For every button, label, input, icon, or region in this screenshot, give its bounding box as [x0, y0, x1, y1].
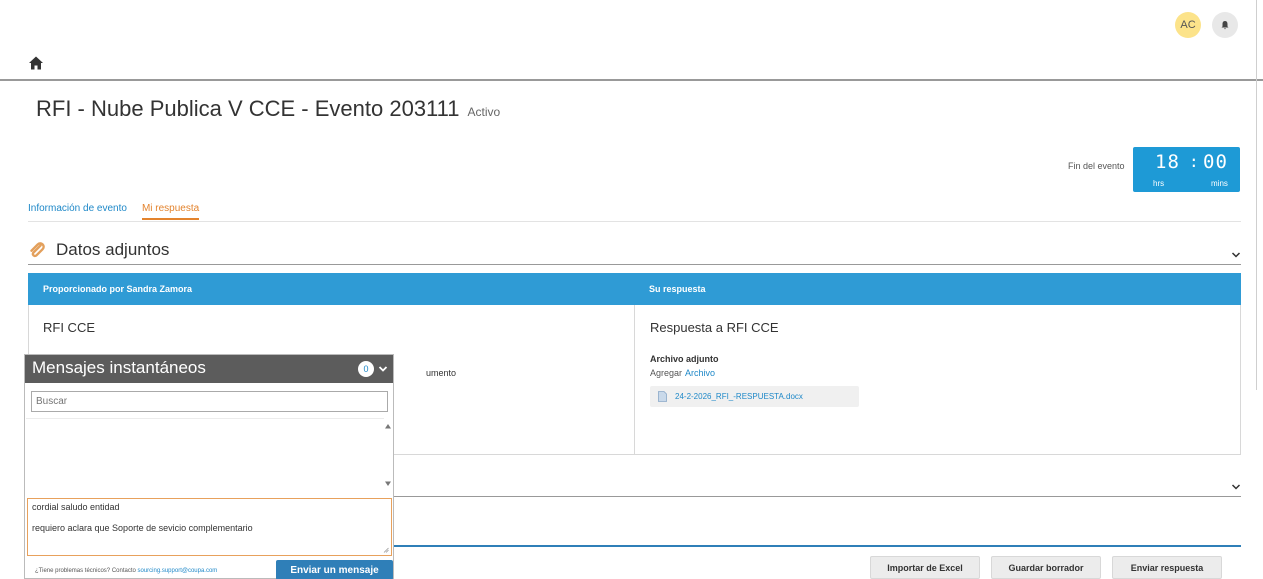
column-header-response: Su respuesta	[649, 284, 706, 294]
attachments-header[interactable]: Datos adjuntos	[28, 240, 169, 260]
countdown-timer: 18 : 00 hrs mins	[1133, 147, 1240, 192]
attached-file[interactable]: 24-2-2026_RFI_-RESPUESTA.docx	[650, 386, 859, 407]
section-divider	[28, 264, 1241, 265]
import-excel-button[interactable]: Importar de Excel	[870, 556, 980, 579]
provided-title: RFI CCE	[43, 320, 95, 335]
chat-title: Mensajes instantáneos	[32, 358, 206, 377]
save-draft-button[interactable]: Guardar borrador	[991, 556, 1101, 579]
scroll-up-icon[interactable]	[383, 421, 393, 431]
add-attachment-row: Agregar Archivo	[650, 368, 715, 378]
page-header: RFI - Nube Publica V CCE - Evento 203111…	[36, 96, 500, 122]
bell-icon	[1221, 21, 1229, 30]
event-end-label: Fin del evento	[1068, 161, 1125, 171]
document-icon	[658, 391, 667, 402]
scroll-down-icon[interactable]	[383, 479, 393, 489]
status-badge: Activo	[467, 105, 501, 119]
response-title: Respuesta a RFI CCE	[650, 320, 779, 335]
support-email-link[interactable]: sourcing.support@coupa.com	[138, 568, 218, 574]
provided-document-text: umento	[426, 368, 457, 378]
file-name: 24-2-2026_RFI_-RESPUESTA.docx	[675, 392, 803, 401]
tabs-divider	[28, 221, 1241, 222]
section-divider-2	[393, 496, 1241, 497]
resize-handle-icon[interactable]	[383, 547, 389, 553]
section-title: Datos adjuntos	[56, 240, 170, 259]
window-edge	[1256, 0, 1257, 390]
notifications-button[interactable]	[1212, 12, 1238, 38]
user-avatar[interactable]: AC	[1175, 12, 1201, 38]
chat-header[interactable]: Mensajes instantáneos 0	[25, 355, 393, 383]
paperclip-icon	[30, 242, 45, 258]
message-line: requiero aclara que Soporte de sevicio c…	[32, 523, 253, 533]
page: AC RFI - Nube Publica V CCE - Evento 203…	[0, 0, 1263, 579]
top-divider	[0, 79, 1263, 81]
add-file-link[interactable]: Archivo	[685, 368, 715, 378]
chat-search-input[interactable]	[31, 391, 388, 412]
attachments-table-header: Proporcionado por Sandra Zamora Su respu…	[28, 273, 1241, 305]
home-icon[interactable]	[28, 55, 44, 71]
chevron-down-icon[interactable]	[1231, 250, 1241, 260]
column-divider	[634, 305, 635, 454]
support-text: ¿Tiene problemas técnicos? Contacto	[35, 568, 136, 574]
column-header-provided: Proporcionado por Sandra Zamora	[43, 284, 193, 294]
timer-separator: :	[1189, 152, 1200, 171]
message-textarea[interactable]: cordial saludo entidad requiero aclara q…	[27, 498, 392, 556]
message-line: cordial saludo entidad	[32, 502, 120, 512]
submit-response-button[interactable]: Enviar respuesta	[1112, 556, 1222, 579]
message-list	[26, 418, 384, 494]
chevron-down-icon[interactable]	[1231, 482, 1241, 492]
message-count-badge: 0	[358, 361, 374, 377]
timer-hours: 18	[1155, 151, 1180, 173]
send-message-button[interactable]: Enviar un mensaje	[276, 560, 393, 579]
footer-divider	[393, 545, 1241, 547]
support-note: ¿Tiene problemas técnicos? Contacto sour…	[35, 568, 217, 574]
tab-bar: Información de evento Mi respuesta	[28, 203, 200, 220]
timer-minutes-unit: mins	[1211, 179, 1228, 188]
add-label: Agregar	[650, 368, 683, 378]
page-title: RFI - Nube Publica V CCE - Evento 203111	[36, 96, 460, 121]
instant-messages-panel: Mensajes instantáneos 0 cordial saludo e…	[24, 354, 394, 579]
timer-minutes: 00	[1203, 151, 1228, 173]
chevron-down-icon[interactable]	[378, 364, 388, 374]
tab-my-response[interactable]: Mi respuesta	[141, 203, 200, 220]
tab-event-info[interactable]: Información de evento	[28, 203, 127, 220]
attachment-subtitle: Archivo adjunto	[650, 354, 719, 364]
timer-hours-unit: hrs	[1153, 179, 1165, 188]
